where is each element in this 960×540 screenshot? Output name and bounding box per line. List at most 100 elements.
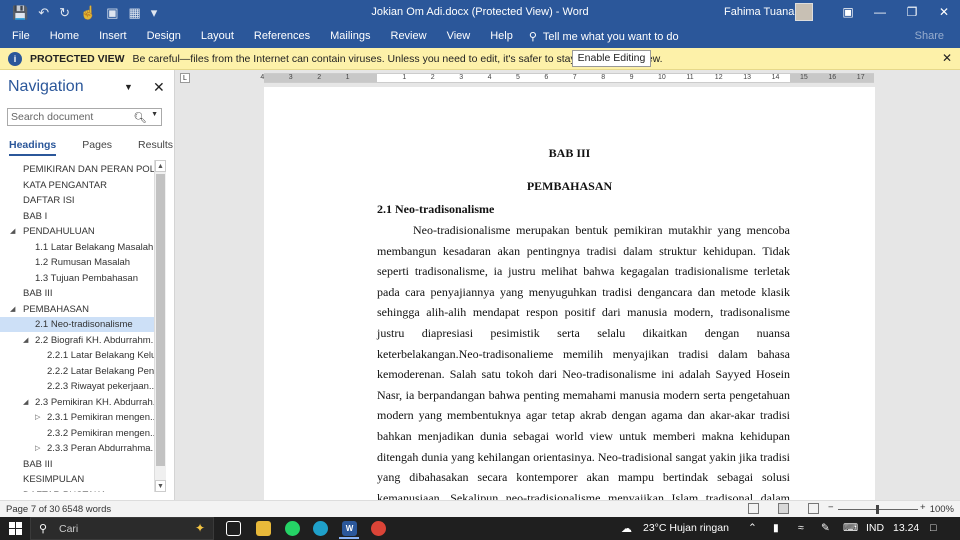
enable-editing-button[interactable]: Enable Editing [572, 50, 651, 67]
search-input[interactable]: Search document 🔍︎ ▼ [7, 108, 162, 126]
heading-item[interactable]: 2.2.2 Latar Belakang Pen... [0, 364, 154, 379]
read-mode-icon[interactable] [748, 503, 759, 514]
collapse-icon[interactable]: ◢ [10, 302, 15, 317]
pen-icon[interactable]: ✎ [821, 522, 830, 534]
ribbon-display-icon[interactable]: ▣ [832, 0, 864, 25]
file-explorer-icon[interactable] [256, 521, 271, 536]
ruler-bar[interactable]: 4 3 2 1 1 2 3 4 5 6 7 8 9 10 11 12 13 14 15 16 17 [260, 73, 874, 83]
heading-item[interactable]: DAFTAR ISI [0, 193, 154, 208]
heading-item[interactable]: ▷ 2.3.1 Pemikiran mengen... [0, 410, 154, 425]
battery-icon[interactable]: ▮ [773, 522, 779, 534]
tab-design[interactable]: Design [137, 25, 191, 48]
heading-item[interactable]: 1.3 Tujuan Pembahasan [0, 271, 154, 286]
close-icon[interactable]: ✕ [942, 51, 952, 65]
tab-review[interactable]: Review [381, 25, 437, 48]
heading-item[interactable]: ▷ 2.3.3 Peran Abdurrahma... [0, 441, 154, 456]
tab-results[interactable]: Results [138, 139, 173, 156]
customize-qat-icon[interactable]: ▾ [151, 5, 158, 21]
minimize-icon[interactable]: — [864, 0, 896, 25]
weather-icon[interactable]: ☁ [621, 522, 632, 535]
word-count[interactable]: 6548 words [62, 504, 111, 515]
heading-item[interactable]: BAB III [0, 457, 154, 472]
scroll-thumb[interactable] [156, 174, 165, 466]
collapse-icon[interactable]: ◢ [23, 395, 28, 410]
nav-scrollbar[interactable]: ▲ ▼ [154, 160, 166, 492]
chevron-down-icon[interactable]: ▼ [124, 82, 133, 92]
heading-item[interactable]: 2.2.1 Latar Belakang Kelu... [0, 348, 154, 363]
heading-item[interactable]: 2.1 Neo-tradisonalisme [0, 317, 154, 332]
tell-me-box[interactable]: ⚲ Tell me what you want to do [529, 30, 679, 44]
heading-item-label: 2.3.2 Pemikiran mengen... [47, 427, 154, 439]
taskbar-search[interactable]: ⚲ Cari ✦ [30, 517, 214, 540]
tab-insert[interactable]: Insert [89, 25, 137, 48]
tab-home[interactable]: Home [40, 25, 89, 48]
heading-item[interactable]: ◢ 2.3 Pemikiran KH. Abdurrah... [0, 395, 154, 410]
tab-mailings[interactable]: Mailings [320, 25, 380, 48]
whatsapp-icon[interactable] [285, 521, 300, 536]
weather-text[interactable]: 23°C Hujan ringan [643, 522, 729, 534]
undo-icon[interactable]: ↶ [38, 5, 49, 21]
heading-item[interactable]: 1.1 Latar Belakang Masalah [0, 240, 154, 255]
close-icon[interactable]: ✕ [928, 0, 960, 25]
input-language[interactable]: IND [866, 522, 884, 534]
tab-help[interactable]: Help [480, 25, 523, 48]
format-icon[interactable]: ▦ [128, 5, 140, 21]
tab-layout[interactable]: Layout [191, 25, 244, 48]
heading-item[interactable]: 2.2.3 Riwayat pekerjaan... [0, 379, 154, 394]
tab-references[interactable]: References [244, 25, 320, 48]
heading-item[interactable]: 1.2 Rumusan Masalah [0, 255, 154, 270]
zoom-level[interactable]: 100% [930, 504, 954, 515]
chevron-down-icon[interactable]: ▼ [151, 111, 158, 118]
page-count[interactable]: Page 7 of 30 [6, 504, 60, 515]
print-preview-icon[interactable]: ▣ [106, 5, 118, 21]
clock[interactable]: 13.24 [893, 522, 919, 534]
zoom-slider-thumb[interactable] [876, 505, 879, 514]
user-name[interactable]: Fahima Tuanany [724, 6, 806, 18]
notifications-icon[interactable]: □ [930, 522, 936, 534]
collapse-icon[interactable]: ◢ [10, 224, 15, 239]
print-layout-icon[interactable] [778, 503, 789, 514]
zoom-in-icon[interactable]: + [920, 502, 926, 513]
tab-file[interactable]: File [0, 25, 40, 48]
share-button[interactable]: Share [915, 30, 944, 42]
task-view-icon[interactable] [226, 521, 241, 536]
scroll-up-icon[interactable]: ▲ [155, 160, 166, 172]
horizontal-ruler[interactable]: L 4 3 2 1 1 2 3 4 5 6 7 8 9 10 11 12 13 14 15 16 17 [176, 70, 960, 86]
tab-pages[interactable]: Pages [82, 139, 112, 156]
heading-item[interactable]: BAB I [0, 209, 154, 224]
heading-item[interactable]: PEMIKIRAN DAN PERAN POLI... [0, 162, 154, 177]
keyboard-icon[interactable]: ⌨ [843, 522, 858, 534]
edge-icon[interactable] [313, 521, 328, 536]
collapse-icon[interactable]: ◢ [23, 333, 28, 348]
wifi-icon[interactable]: ≈ [798, 522, 804, 534]
heading-item[interactable]: ◢ PEMBAHASAN [0, 302, 154, 317]
restore-icon[interactable]: ❐ [896, 0, 928, 25]
heading-item[interactable]: ◢ 2.2 Biografi KH. Abdurrahm... [0, 333, 154, 348]
document-page[interactable]: BAB III PEMBAHASAN 2.1 Neo-tradisonalism… [264, 87, 875, 500]
tab-view[interactable]: View [437, 25, 481, 48]
windows-start-icon[interactable] [9, 522, 22, 535]
search-icon[interactable]: 🔍︎ [134, 111, 147, 124]
save-icon[interactable]: 💾 [12, 5, 28, 21]
word-icon[interactable]: W [342, 521, 357, 536]
heading-item[interactable]: ◢ PENDAHULUAN [0, 224, 154, 239]
heading-item[interactable]: 2.3.2 Pemikiran mengen... [0, 426, 154, 441]
heading-item[interactable]: BAB III [0, 286, 154, 301]
chevron-up-icon[interactable]: ⌃ [748, 522, 757, 534]
redo-icon[interactable]: ↻ [59, 5, 70, 21]
search-icon: ⚲ [39, 523, 48, 535]
heading-item[interactable]: DAFTAR PUSTAKA [0, 488, 154, 493]
touch-mode-icon[interactable]: ☝ [80, 5, 96, 21]
chrome-icon[interactable] [371, 521, 386, 536]
scroll-down-icon[interactable]: ▼ [155, 480, 166, 492]
heading-item[interactable]: KATA PENGANTAR [0, 178, 154, 193]
heading-item[interactable]: KESIMPULAN [0, 472, 154, 487]
expand-icon[interactable]: ▷ [35, 441, 40, 456]
tab-headings[interactable]: Headings [9, 139, 57, 156]
expand-icon[interactable]: ▷ [35, 410, 40, 425]
zoom-out-icon[interactable]: − [828, 502, 834, 513]
tab-selector-icon[interactable]: L [180, 73, 190, 83]
avatar[interactable] [795, 3, 813, 21]
web-layout-icon[interactable] [808, 503, 819, 514]
close-icon[interactable]: ✕ [153, 79, 165, 96]
